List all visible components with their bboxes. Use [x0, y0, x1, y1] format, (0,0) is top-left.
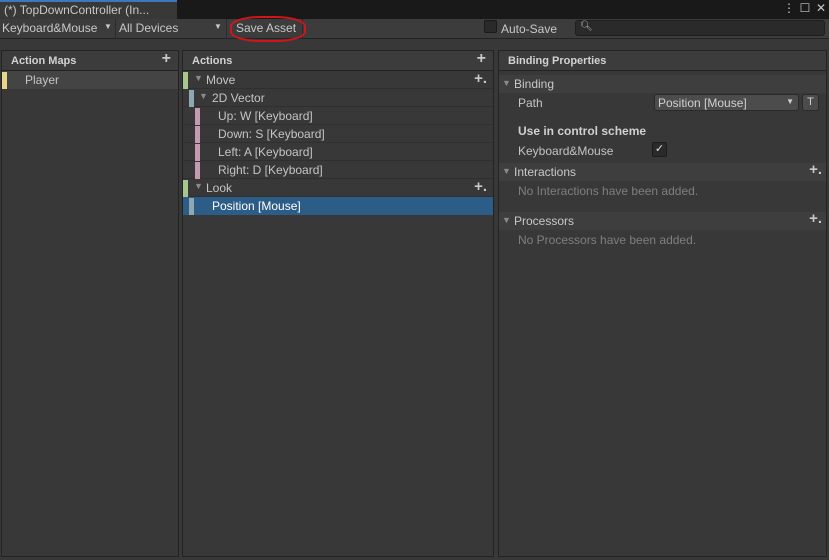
auto-save-checkbox[interactable] [484, 20, 497, 33]
path-dropdown-value: Position [Mouse] [658, 96, 747, 110]
binding-part-left[interactable]: Left: A [Keyboard] [183, 143, 493, 161]
binding-part-color-bar [195, 162, 200, 179]
more-options-icon[interactable]: ⋮ [783, 1, 795, 15]
control-scheme-title: Use in control scheme [518, 124, 647, 138]
chevron-down-icon: ▼ [786, 97, 794, 106]
action-map-item-player[interactable]: Player [2, 71, 178, 89]
add-processor-button[interactable]: +. [809, 210, 822, 227]
binding-section-header[interactable]: ▼ Binding [499, 75, 826, 93]
binding-part-right[interactable]: Right: D [Keyboard] [183, 161, 493, 179]
chevron-down-icon: ▼ [214, 22, 222, 31]
control-scheme-dropdown-label: Keyboard&Mouse [2, 21, 98, 35]
control-scheme-row: Keyboard&Mouse ✓ [499, 141, 826, 161]
binding-part-color-bar [195, 144, 200, 161]
binding-part-up[interactable]: Up: W [Keyboard] [183, 107, 493, 125]
action-color-bar [183, 180, 188, 197]
interactions-section-title: Interactions [514, 165, 577, 179]
close-icon[interactable]: ✕ [815, 1, 827, 15]
add-binding-button[interactable]: +. [474, 178, 487, 195]
interactions-section-header[interactable]: ▼ Interactions +. [499, 161, 826, 181]
binding-part-color-bar [195, 108, 200, 125]
processors-empty-text: No Processors have been added. [518, 233, 697, 247]
composite-item-2d-vector[interactable]: ▼ 2D Vector [183, 89, 493, 107]
binding-properties-panel: Binding Properties ▼ Binding Path Positi… [498, 50, 827, 557]
collapse-triangle-icon[interactable]: ▼ [502, 215, 511, 225]
binding-part-label: Left: A [Keyboard] [218, 145, 313, 159]
control-scheme-title-row: Use in control scheme [499, 121, 826, 141]
control-scheme-name: Keyboard&Mouse [518, 144, 614, 158]
action-label: Look [206, 181, 233, 195]
binding-properties-header: Binding Properties [499, 51, 826, 71]
control-scheme-dropdown[interactable]: Keyboard&Mouse ▼ [0, 19, 116, 39]
interactions-empty-message: No Interactions have been added. [499, 181, 826, 201]
expand-triangle-icon[interactable]: ▼ [194, 73, 203, 83]
composite-label: 2D Vector [212, 91, 265, 105]
control-scheme-checkbox[interactable]: ✓ [652, 142, 667, 157]
binding-part-label: Down: S [Keyboard] [218, 127, 325, 141]
add-action-map-button[interactable]: + [162, 50, 171, 68]
devices-dropdown-label: All Devices [119, 21, 179, 35]
maximize-icon[interactable]: ☐ [799, 1, 811, 15]
auto-save-label: Auto-Save [501, 22, 558, 36]
search-icon: 🔍︎ [580, 21, 593, 32]
binding-part-label: Right: D [Keyboard] [218, 163, 323, 177]
action-maps-title: Action Maps [11, 55, 77, 67]
add-interaction-button[interactable]: +. [809, 161, 822, 178]
actions-title: Actions [192, 55, 233, 67]
expand-triangle-icon[interactable]: ▼ [199, 91, 208, 101]
composite-color-bar [189, 90, 194, 107]
binding-part-label: Up: W [Keyboard] [218, 109, 313, 123]
actions-header: Actions + [183, 50, 493, 71]
path-dropdown[interactable]: Position [Mouse] ▼ [654, 94, 799, 111]
action-maps-header: Action Maps + [2, 50, 178, 71]
binding-item-position-mouse[interactable]: Position [Mouse] [183, 197, 493, 215]
binding-part-down[interactable]: Down: S [Keyboard] [183, 125, 493, 143]
binding-section-title: Binding [514, 77, 555, 91]
window-controls: ⋮ ☐ ✕ [783, 1, 827, 15]
path-property: Path Position [Mouse] ▼ T [499, 93, 826, 113]
window-tab[interactable]: (*) TopDownController (In... [0, 0, 177, 19]
action-map-color-bar [2, 72, 7, 89]
devices-dropdown[interactable]: All Devices ▼ [117, 19, 227, 39]
binding-part-color-bar [195, 126, 200, 143]
action-maps-panel: Action Maps + Player [1, 50, 179, 557]
add-action-button[interactable]: + [477, 50, 486, 68]
collapse-triangle-icon[interactable]: ▼ [502, 78, 511, 88]
processors-section-title: Processors [514, 214, 575, 228]
processors-empty-message: No Processors have been added. [499, 230, 826, 250]
collapse-triangle-icon[interactable]: ▼ [502, 166, 511, 176]
action-item-move[interactable]: ▼ Move +. [183, 70, 493, 89]
window-tab-bar: (*) TopDownController (In... ⋮ ☐ ✕ [0, 0, 829, 19]
action-color-bar [183, 72, 188, 89]
search-input[interactable]: 🔍︎ [575, 20, 825, 36]
binding-properties-title: Binding Properties [508, 55, 607, 67]
chevron-down-icon: ▼ [104, 22, 112, 31]
binding-label: Position [Mouse] [212, 199, 301, 213]
action-label: Move [206, 73, 236, 87]
binding-color-bar [189, 198, 194, 215]
action-item-look[interactable]: ▼ Look +. [183, 178, 493, 197]
interactions-empty-text: No Interactions have been added. [518, 184, 699, 198]
action-map-label: Player [25, 73, 60, 87]
path-label: Path [518, 96, 543, 110]
text-mode-button[interactable]: T [802, 94, 819, 111]
highlight-annotation-circle [230, 16, 306, 42]
actions-panel: Actions + ▼ Move +. ▼ 2D Vector Up: W [K… [182, 50, 494, 557]
add-binding-button[interactable]: +. [474, 70, 487, 87]
expand-triangle-icon[interactable]: ▼ [194, 181, 203, 191]
processors-section-header[interactable]: ▼ Processors +. [499, 210, 826, 230]
